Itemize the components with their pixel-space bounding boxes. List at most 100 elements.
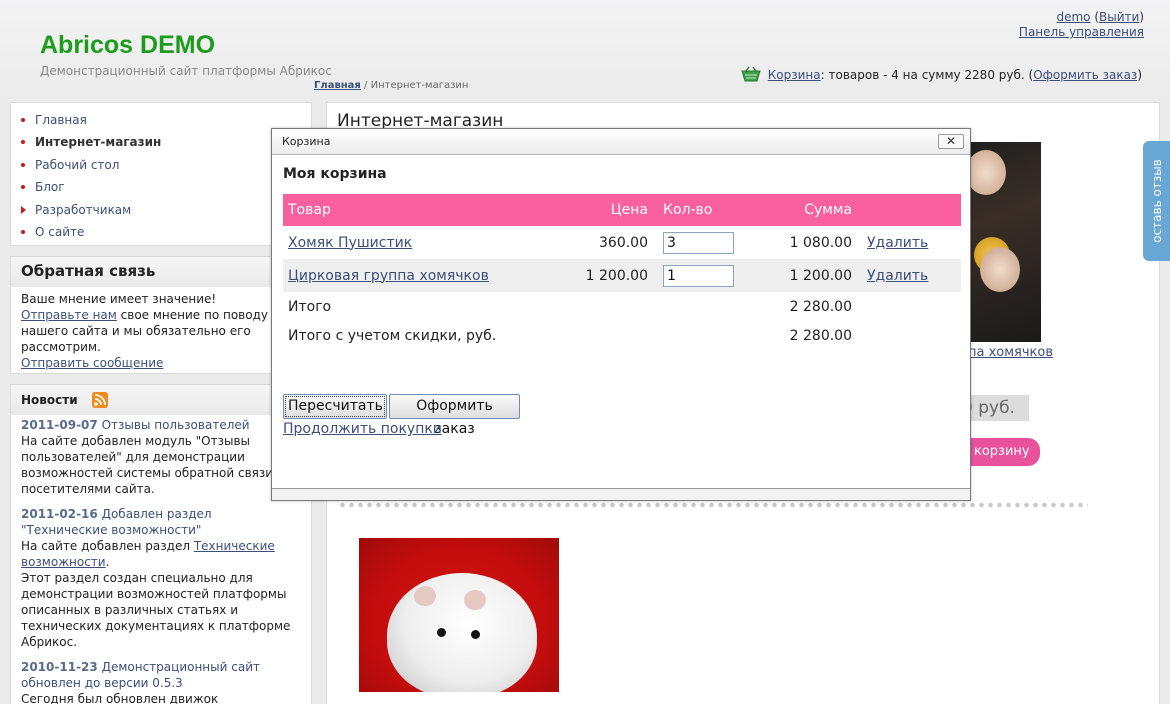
dialog-title: Корзина (272, 129, 970, 155)
news-title: Новости (21, 393, 78, 407)
news-header: Новости (11, 385, 311, 415)
arrow-bullet-icon (21, 205, 26, 214)
cart-dialog: Корзина ✕ Моя корзина Товар Цена Кол-во … (271, 128, 971, 501)
cart-table-header: Товар Цена Кол-во Сумма (283, 194, 961, 226)
sidebar-item-desktop[interactable]: Рабочий стол (21, 154, 311, 176)
bullet-icon (21, 118, 25, 122)
hamster-ear (414, 586, 436, 606)
column-sum: Сумма (755, 194, 857, 226)
hamster-shape (966, 150, 1006, 195)
user-name-link[interactable]: demo (1056, 10, 1090, 24)
dotted-divider (338, 502, 1088, 508)
total-value: 2 280.00 (789, 298, 852, 315)
product-image-hamster[interactable] (359, 538, 559, 692)
continue-shopping-link[interactable]: Продолжить покупки (283, 421, 442, 437)
table-row: Цирковая группа хомячков 1 200.00 1 200.… (283, 259, 961, 292)
feedback-line: Ваше мнение имеет значение! (21, 292, 217, 306)
sidebar-item-label: Блог (35, 180, 65, 195)
sidebar-item-home[interactable]: Главная (21, 109, 311, 131)
feedback-line: свое мнение по поводу ра (116, 308, 287, 322)
column-actions (857, 194, 961, 226)
hamster-eye (437, 628, 446, 637)
news-item: 2011-09-07 Отзывы пользователей На сайте… (21, 417, 301, 497)
news-list: 2011-09-07 Отзывы пользователей На сайте… (11, 415, 311, 704)
sidebar-item-label: О сайте (35, 224, 85, 239)
cart-item-sum: 1 200.00 (755, 259, 857, 292)
hamster-shape (387, 573, 537, 692)
quantity-input[interactable] (663, 231, 734, 254)
place-order-button[interactable]: Оформить заказ (389, 394, 520, 437)
cart-table: Товар Цена Кол-во Сумма Хомяк Пушистик 3… (283, 194, 961, 350)
column-price: Цена (563, 194, 653, 226)
bullet-icon (21, 185, 25, 190)
news-item-link[interactable]: Отзывы пользователей (102, 418, 250, 432)
news-item: 2011-02-16 Добавлен раздел "Технические … (21, 506, 301, 650)
news-text: Этот раздел создан специально для демонс… (21, 571, 291, 649)
feedback-tab-label: оставь отзыв (1149, 159, 1164, 243)
sidebar-item-label: Главная (35, 113, 87, 127)
sidebar-item-label: Разработчикам (35, 202, 132, 217)
admin-panel-link[interactable]: Панель управления (1019, 25, 1144, 39)
sidebar-item-about[interactable]: О сайте (21, 221, 311, 243)
checkout-link[interactable]: Оформить заказ (1033, 68, 1137, 82)
news-date: 2011-02-16 (21, 507, 98, 521)
table-row: Хомяк Пушистик 360.00 1 080.00 Удалить (283, 226, 961, 259)
sidebar-item-label: Интернет-магазин (35, 135, 162, 150)
feedback-body: Ваше мнение имеет значение! Отправьте на… (11, 287, 311, 375)
news-text: На сайте добавлен модуль "Отзывы пользов… (21, 434, 284, 496)
sidebar-item-blog[interactable]: Блог (21, 176, 311, 198)
bullet-icon (21, 140, 25, 145)
cart-item-sum: 1 080.00 (789, 234, 852, 251)
sidebar-item-shop[interactable]: Интернет-магазин (21, 131, 311, 153)
breadcrumb-current: Интернет-магазин (370, 80, 469, 91)
breadcrumb: Главная / Интернет-магазин (314, 80, 468, 91)
discount-total-label: Итого с учетом скидки, руб. (288, 327, 497, 344)
cart-item-price: 1 200.00 (563, 259, 653, 292)
bullet-icon (21, 162, 25, 167)
cart-item-price: 360.00 (599, 234, 648, 251)
remove-item-link[interactable]: Удалить (867, 268, 928, 284)
cart-summary-text: : товаров - 4 на сумму 2280 руб. ( (820, 68, 1034, 82)
news-text: . (105, 555, 110, 569)
news-text: Сегодня был обновлен движок (21, 692, 219, 704)
total-label: Итого (288, 298, 332, 315)
cart-item-link[interactable]: Цирковая группа хомячков (288, 268, 489, 284)
sidebar-menu: Главная Интернет-магазин Рабочий стол Бл… (10, 102, 312, 246)
remove-item-link[interactable]: Удалить (867, 235, 928, 251)
quantity-input[interactable] (663, 264, 734, 287)
feedback-send-link[interactable]: Отправьте нам (21, 308, 117, 322)
column-qty: Кол-во (653, 194, 755, 226)
site-subtitle: Демонстрационный сайт платформы Абрикос (40, 64, 332, 78)
recalculate-button[interactable]: Пересчитать (283, 394, 387, 419)
hamster-shape (980, 247, 1020, 292)
cart-heading: Моя корзина (283, 166, 387, 182)
site-title[interactable]: Abricos DEMO (40, 31, 215, 60)
news-panel: Новости 2011-09-07 Отзывы пользователей … (10, 384, 312, 704)
cart-item-link[interactable]: Хомяк Пушистик (288, 235, 412, 251)
breadcrumb-home[interactable]: Главная (314, 80, 361, 91)
breadcrumb-separator: / (360, 80, 371, 91)
hamster-eye (471, 630, 480, 639)
product-caption-link[interactable]: па хомячков (968, 345, 1053, 360)
total-row: Итого 2 280.00 (283, 292, 961, 321)
hamster-ear (464, 590, 486, 610)
user-links: demo (Выйти) Панель управления (1018, 10, 1144, 39)
bullet-icon (21, 229, 25, 234)
send-message-link[interactable]: Отправить сообщение (21, 356, 163, 370)
cart-summary-end: ) (1137, 68, 1142, 82)
header: Abricos DEMO Демонстрационный сайт платф… (0, 0, 1170, 100)
rss-icon[interactable] (91, 392, 108, 408)
sidebar-item-developers[interactable]: Разработчикам (21, 199, 311, 221)
cart-link[interactable]: Корзина (768, 68, 821, 82)
logout-link[interactable]: Выйти (1099, 10, 1139, 24)
column-product: Товар (283, 194, 563, 226)
close-icon[interactable]: ✕ (938, 134, 964, 149)
cart-summary: Корзина: товаров - 4 на сумму 2280 руб. … (740, 66, 1142, 84)
feedback-side-tab[interactable]: оставь отзыв (1143, 141, 1170, 261)
discount-total-row: Итого с учетом скидки, руб. 2 280.00 (283, 321, 961, 350)
feedback-title: Обратная связь (11, 257, 311, 287)
cart-icon[interactable] (740, 66, 762, 84)
dialog-footer (272, 488, 970, 500)
news-item: 2010-11-23 Демонстрационный сайт обновле… (21, 659, 301, 704)
feedback-panel: Обратная связь Ваше мнение имеет значени… (10, 256, 312, 374)
